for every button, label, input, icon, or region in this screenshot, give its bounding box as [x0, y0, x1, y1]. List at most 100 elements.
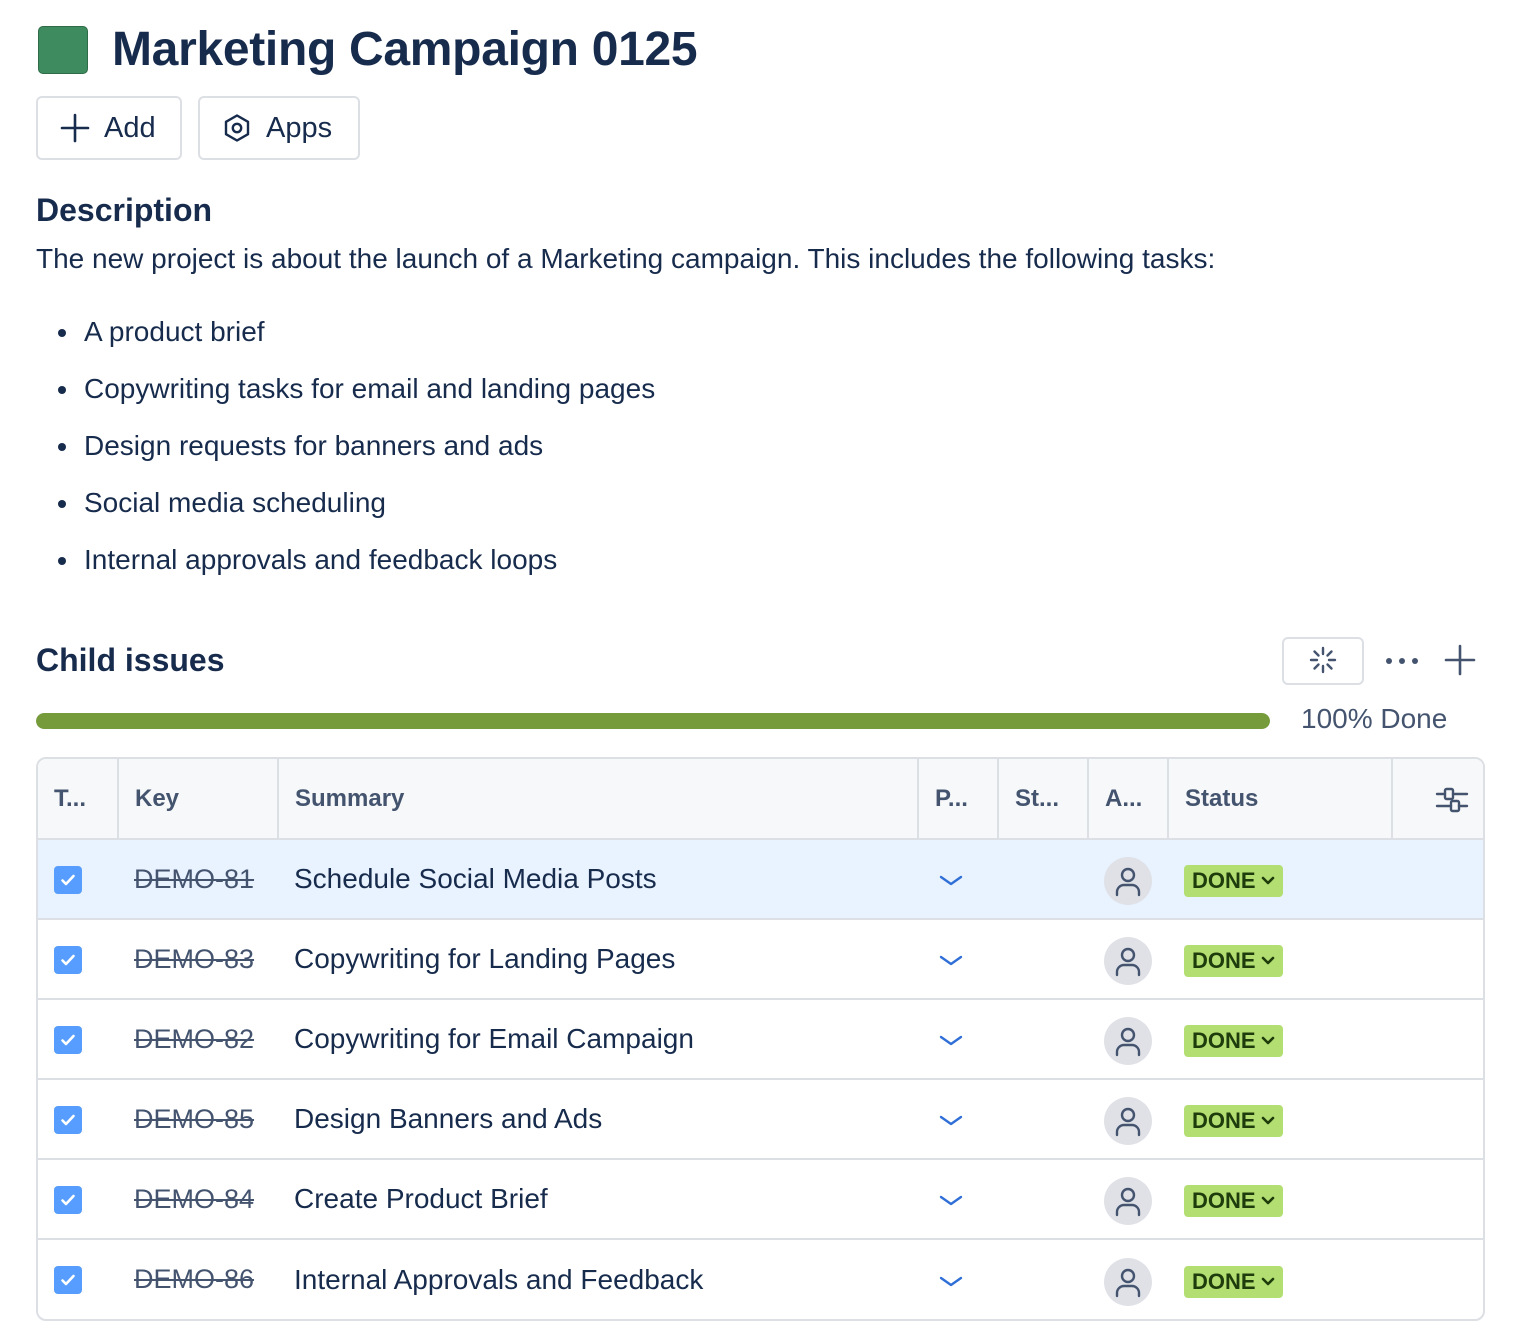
- row-actions-cell: [1392, 919, 1483, 999]
- description-list: A product brief Copywriting tasks for em…: [56, 303, 655, 588]
- issue-summary-link[interactable]: Internal Approvals and Feedback: [278, 1239, 918, 1319]
- issue-key-link[interactable]: DEMO-86: [118, 1239, 278, 1319]
- column-header-priority[interactable]: P...: [918, 759, 999, 840]
- story-points-cell[interactable]: [998, 1159, 1088, 1239]
- issue-summary-link[interactable]: Schedule Social Media Posts: [278, 839, 918, 919]
- progress-label: 100% Done: [1301, 703, 1448, 734]
- plus-icon: [60, 113, 90, 143]
- more-button[interactable]: [1384, 637, 1420, 685]
- chevron-down-icon: [1261, 956, 1275, 966]
- table-row[interactable]: DEMO-85 Design Banners and Ads DONE: [38, 1079, 1483, 1159]
- priority-cell[interactable]: [918, 919, 998, 999]
- checkbox-icon[interactable]: [54, 1105, 82, 1134]
- list-item: Social media scheduling: [56, 474, 655, 531]
- status-label: DONE: [1192, 1108, 1256, 1133]
- assignee-cell[interactable]: [1088, 1239, 1168, 1319]
- assignee-cell[interactable]: [1088, 919, 1168, 999]
- status-cell: DONE: [1168, 999, 1392, 1079]
- table-row[interactable]: DEMO-83 Copywriting for Landing Pages DONE: [38, 919, 1483, 999]
- priority-cell[interactable]: [918, 1159, 998, 1239]
- checkbox-icon[interactable]: [54, 945, 82, 974]
- table-row[interactable]: DEMO-86 Internal Approvals and Feedback DO…: [38, 1239, 1483, 1319]
- checkbox-icon[interactable]: [54, 1266, 82, 1294]
- person-icon: [1104, 1177, 1152, 1225]
- checkbox-icon[interactable]: [54, 865, 82, 894]
- issue-key-link[interactable]: DEMO-84: [118, 1159, 278, 1239]
- story-points-cell[interactable]: [998, 999, 1088, 1079]
- chevron-down-icon: [1261, 876, 1275, 886]
- apps-button-label: Apps: [266, 111, 333, 144]
- status-label: DONE: [1192, 1028, 1256, 1053]
- assignee-cell[interactable]: [1088, 1159, 1168, 1239]
- person-icon: [1104, 857, 1152, 905]
- table-row[interactable]: DEMO-84 Create Product Brief DONE: [38, 1159, 1483, 1239]
- issue-type-cell: [38, 1239, 118, 1319]
- story-points-cell[interactable]: [998, 1239, 1088, 1319]
- column-header-assignee[interactable]: A...: [1088, 759, 1169, 840]
- person-icon: [1104, 1017, 1152, 1065]
- priority-cell[interactable]: [918, 839, 998, 919]
- status-dropdown[interactable]: DONE: [1184, 945, 1283, 977]
- story-points-cell[interactable]: [998, 919, 1088, 999]
- story-points-cell[interactable]: [998, 839, 1088, 919]
- issue-key-link[interactable]: DEMO-82: [118, 999, 278, 1079]
- column-header-type[interactable]: T...: [38, 759, 119, 840]
- add-child-issue-button[interactable]: [1442, 637, 1478, 685]
- sliders-icon: [1435, 784, 1469, 814]
- chevron-down-icon: [1261, 1036, 1275, 1046]
- checkbox-icon[interactable]: [54, 1185, 82, 1214]
- issue-summary-link[interactable]: Copywriting for Landing Pages: [278, 919, 918, 999]
- priority-cell[interactable]: [918, 1239, 998, 1319]
- status-dropdown[interactable]: DONE: [1184, 1105, 1283, 1137]
- assignee-cell[interactable]: [1088, 999, 1168, 1079]
- list-item: A product brief: [56, 303, 655, 360]
- add-button[interactable]: Add: [36, 96, 182, 160]
- checkbox-icon[interactable]: [54, 1025, 82, 1054]
- status-dropdown[interactable]: DONE: [1184, 865, 1283, 897]
- column-config-button[interactable]: [1392, 759, 1483, 840]
- ai-suggest-button[interactable]: [1282, 637, 1364, 685]
- column-header-summary[interactable]: Summary: [278, 759, 919, 840]
- issue-summary-link[interactable]: Copywriting for Email Campaign: [278, 999, 918, 1079]
- list-item: Internal approvals and feedback loops: [56, 531, 655, 588]
- page-title: Marketing Campaign 0125: [112, 23, 698, 76]
- issue-summary-link[interactable]: Create Product Brief: [278, 1159, 918, 1239]
- row-actions-cell: [1392, 1159, 1483, 1239]
- loader-icon: [1308, 645, 1338, 678]
- chevron-down-icon: [938, 1194, 964, 1208]
- table-row[interactable]: DEMO-82 Copywriting for Email Campaign DON…: [38, 999, 1483, 1079]
- chevron-down-icon: [938, 1114, 964, 1128]
- status-cell: DONE: [1168, 919, 1392, 999]
- status-cell: DONE: [1168, 1239, 1392, 1319]
- status-cell: DONE: [1168, 1159, 1392, 1239]
- chevron-down-icon: [1261, 1116, 1275, 1126]
- priority-cell[interactable]: [918, 1079, 998, 1159]
- list-item: Copywriting tasks for email and landing …: [56, 360, 655, 417]
- status-dropdown[interactable]: DONE: [1184, 1025, 1283, 1057]
- assignee-cell[interactable]: [1088, 839, 1168, 919]
- table-row[interactable]: DEMO-81 Schedule Social Media Posts DONE: [38, 839, 1483, 919]
- column-header-status[interactable]: Status: [1168, 759, 1393, 840]
- status-dropdown[interactable]: DONE: [1184, 1185, 1283, 1217]
- issue-key-link[interactable]: DEMO-83: [118, 919, 278, 999]
- assignee-cell[interactable]: [1088, 1079, 1168, 1159]
- status-label: DONE: [1192, 1188, 1256, 1213]
- column-header-key[interactable]: Key: [118, 759, 279, 840]
- status-cell: DONE: [1168, 1079, 1392, 1159]
- chevron-down-icon: [938, 954, 964, 968]
- issue-key-link[interactable]: DEMO-85: [118, 1079, 278, 1159]
- person-icon: [1104, 1257, 1152, 1306]
- description-text[interactable]: The new project is about the launch of a…: [36, 243, 1215, 275]
- priority-cell[interactable]: [918, 999, 998, 1079]
- issue-key-link[interactable]: DEMO-81: [118, 839, 278, 919]
- issue-type-cell: [38, 1159, 118, 1239]
- issue-summary-link[interactable]: Design Banners and Ads: [278, 1079, 918, 1159]
- chevron-down-icon: [938, 1034, 964, 1048]
- status-label: DONE: [1192, 1268, 1256, 1294]
- story-points-cell[interactable]: [998, 1079, 1088, 1159]
- apps-button[interactable]: Apps: [198, 96, 360, 160]
- chevron-down-icon: [1261, 1277, 1275, 1287]
- status-dropdown[interactable]: DONE: [1184, 1265, 1283, 1298]
- column-header-story-points[interactable]: St...: [998, 759, 1089, 840]
- issue-type-cell: [38, 1079, 118, 1159]
